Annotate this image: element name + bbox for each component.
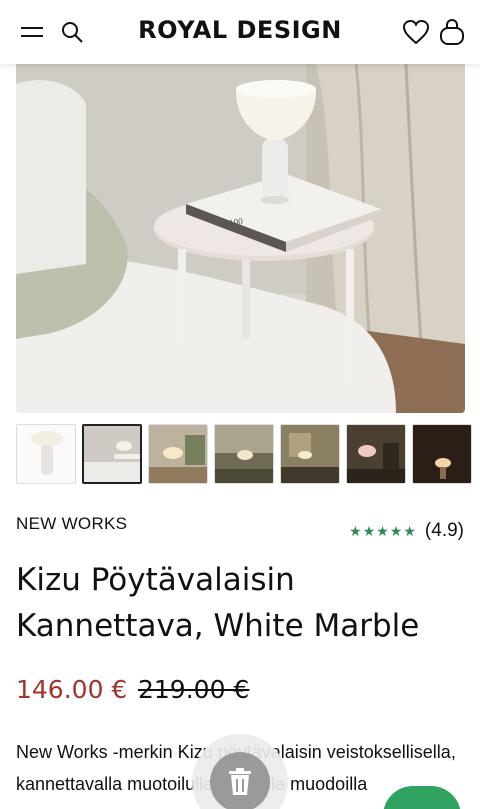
heart-icon[interactable]	[400, 16, 432, 48]
product-brand[interactable]: NEW WORKS	[16, 514, 127, 534]
top-header: ROYAL DESIGN	[0, 0, 480, 64]
thumbnail-3[interactable]	[148, 424, 208, 484]
rating-value: (4.9)	[424, 520, 464, 541]
current-price: 146.00 €	[16, 675, 128, 704]
bag-icon[interactable]	[436, 16, 468, 48]
thumbnail-2[interactable]	[82, 424, 142, 484]
thumbnail-strip	[16, 424, 480, 485]
thumbnail-1[interactable]	[16, 424, 76, 484]
thumbnail-7[interactable]	[412, 424, 472, 484]
rating-stars: ★★★★★	[349, 522, 417, 539]
product-main-image[interactable]: at 100	[16, 64, 465, 413]
thumbnail-4[interactable]	[214, 424, 274, 484]
thumbnail-6[interactable]	[346, 424, 406, 484]
trash-icon[interactable]	[210, 752, 270, 809]
product-rating[interactable]: ★★★★★ (4.9)	[349, 520, 464, 542]
thumbnail-5[interactable]	[280, 424, 340, 484]
product-title: Kizu Pöytävalaisin Kannettava, White Mar…	[16, 562, 420, 644]
original-price: 219.00 €	[138, 675, 250, 704]
